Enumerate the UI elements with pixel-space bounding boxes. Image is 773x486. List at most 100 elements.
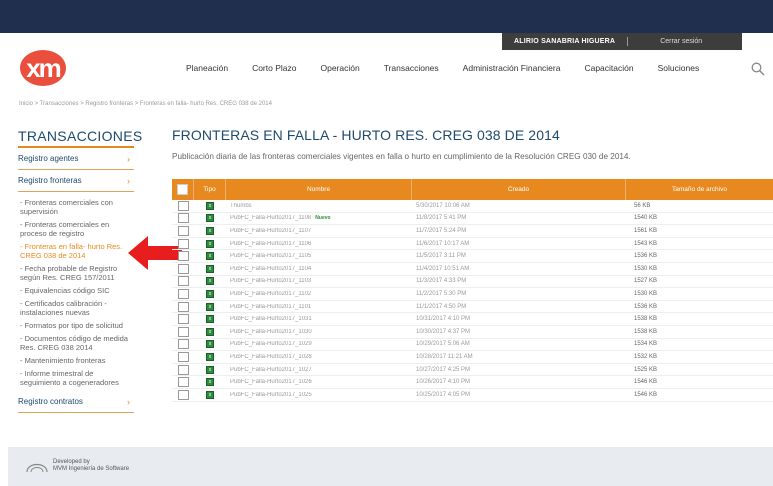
row-checkbox[interactable]: [177, 351, 189, 362]
excel-file-icon: x: [206, 277, 214, 286]
table-row[interactable]: x PubFC_Falla-Hurto2017_1107 11/7/2017 5:2…: [172, 225, 773, 238]
search-icon[interactable]: [751, 62, 765, 76]
row-checkbox[interactable]: [177, 251, 189, 262]
row-checkbox-cell: [172, 200, 194, 211]
excel-file-icon: x: [206, 315, 214, 324]
row-checkbox[interactable]: [177, 314, 189, 325]
column-header-tipo[interactable]: Tipo: [194, 179, 226, 200]
nav-soluciones[interactable]: Soluciones: [658, 63, 700, 73]
sidebar-subitem[interactable]: - Documentos código de medida Res. CREG …: [18, 334, 134, 352]
logout-link[interactable]: Cerrar sesión: [660, 38, 702, 45]
file-name-link[interactable]: PubFC_Falla-Hurto2017_1108 Nuevo: [226, 215, 412, 221]
table-row[interactable]: x PubFC_Falla-Hurto2017_1026 10/26/2017 4:…: [172, 376, 773, 389]
row-checkbox[interactable]: [177, 238, 189, 249]
nav-planeacion[interactable]: Planeación: [186, 63, 228, 73]
excel-file-icon: x: [206, 365, 214, 374]
sidebar-item-label: Registro fronteras: [18, 176, 82, 185]
file-name-link[interactable]: PubFC_Falla-Hurto2017_1105: [226, 253, 412, 259]
nav-administracion-financiera[interactable]: Administración Financiera: [463, 63, 561, 73]
file-name-link[interactable]: PubFC_Falla-Hurto2017_1102: [226, 291, 412, 297]
excel-file-icon: x: [206, 378, 214, 387]
table-row[interactable]: x Thumbs 5/30/2017 10:06 AM 56 KB: [172, 200, 773, 213]
table-row[interactable]: x PubFC_Falla-Hurto2017_1031 10/31/2017 4:…: [172, 313, 773, 326]
table-row[interactable]: x PubFC_Falla-Hurto2017_1108 Nuevo 11/8/201…: [172, 213, 773, 226]
nav-transacciones[interactable]: Transacciones: [384, 63, 439, 73]
sidebar-title: TRANSACCIONES: [18, 128, 142, 148]
row-checkbox[interactable]: [177, 225, 189, 236]
table-row[interactable]: x PubFC_Falla-Hurto2017_1103 11/3/2017 4:3…: [172, 276, 773, 289]
file-name-link[interactable]: PubFC_Falla-Hurto2017_1106: [226, 241, 412, 247]
table-row[interactable]: x PubFC_Falla-Hurto2017_1102 11/2/2017 5:3…: [172, 288, 773, 301]
file-name-link[interactable]: PubFC_Falla-Hurto2017_1103: [226, 278, 412, 284]
select-all-checkbox[interactable]: [177, 184, 188, 195]
file-name-link[interactable]: PubFC_Falla-Hurto2017_1104: [226, 266, 412, 272]
file-name-link[interactable]: PubFC_Falla-Hurto2017_1031: [226, 316, 412, 322]
row-checkbox[interactable]: [177, 326, 189, 337]
sidebar-subitem[interactable]: - Informe trimestral de seguimiento a co…: [18, 369, 134, 387]
excel-file-icon: x: [206, 352, 214, 361]
row-checkbox[interactable]: [177, 200, 189, 211]
table-row[interactable]: x PubFC_Falla-Hurto2017_1027 10/27/2017 4:…: [172, 364, 773, 377]
sidebar-item-registro-contratos[interactable]: Registro contratos ›: [18, 391, 134, 413]
sidebar-subitem[interactable]: - Formatos por tipo de solicitud: [18, 321, 134, 330]
xm-logo[interactable]: xm: [20, 50, 70, 88]
sidebar-subitem[interactable]: - Certificados calibración - instalacion…: [18, 299, 134, 317]
row-checkbox[interactable]: [177, 389, 189, 400]
file-size: 1525 KB: [634, 366, 658, 373]
excel-file-icon: x: [206, 239, 214, 248]
file-name-link[interactable]: Thumbs: [226, 203, 412, 209]
file-name: PubFC_Falla-Hurto2017_1030: [230, 328, 312, 335]
row-checkbox[interactable]: [177, 339, 189, 350]
table-row[interactable]: x PubFC_Falla-Hurto2017_1106 11/6/2017 10:…: [172, 238, 773, 251]
file-name: PubFC_Falla-Hurto2017_1102: [230, 290, 312, 297]
column-header-creado[interactable]: Creado: [412, 179, 626, 200]
table-row[interactable]: x PubFC_Falla-Hurto2017_1104 11/4/2017 10:…: [172, 263, 773, 276]
row-checkbox[interactable]: [177, 213, 189, 224]
file-type-cell: x: [194, 327, 226, 336]
row-checkbox[interactable]: [177, 263, 189, 274]
sidebar-subitem[interactable]: - Mantenimiento fronteras: [18, 356, 134, 365]
row-checkbox-cell: [172, 314, 194, 325]
file-name-link[interactable]: PubFC_Falla-Hurto2017_1107: [226, 228, 412, 234]
sidebar-subitem[interactable]: - Fronteras comerciales en proceso de re…: [18, 220, 134, 238]
file-name-link[interactable]: PubFC_Falla-Hurto2017_1030: [226, 329, 412, 335]
file-size: 1527 KB: [634, 278, 658, 285]
sidebar-subitem[interactable]: - Fecha probable de Registro según Res. …: [18, 264, 134, 282]
row-checkbox[interactable]: [177, 301, 189, 312]
column-header-nombre[interactable]: Nombre: [226, 179, 412, 200]
sidebar-subitem[interactable]: - Equivalencias código SIC: [18, 286, 134, 295]
nav-operacion[interactable]: Operación: [320, 63, 359, 73]
table-row[interactable]: x PubFC_Falla-Hurto2017_1101 11/1/2017 4:5…: [172, 301, 773, 314]
footer-developer-logo[interactable]: Developed by MVM Ingeniería de Software: [25, 458, 129, 474]
file-name: Thumbs: [230, 202, 252, 209]
excel-file-icon: x: [206, 327, 214, 336]
table-row[interactable]: x PubFC_Falla-Hurto2017_1025 10/25/2017 4:…: [172, 389, 773, 402]
sidebar-item-registro-fronteras[interactable]: Registro fronteras ›: [18, 170, 134, 192]
table-row[interactable]: x PubFC_Falla-Hurto2017_1028 10/28/2017 11…: [172, 351, 773, 364]
sidebar-subitem[interactable]: - Fronteras comerciales con supervisión: [18, 198, 134, 216]
breadcrumb[interactable]: Inicio > Transacciones > Registro fronte…: [19, 101, 272, 107]
file-name-link[interactable]: PubFC_Falla-Hurto2017_1025: [226, 392, 412, 398]
row-checkbox[interactable]: [177, 377, 189, 388]
column-header-tamano[interactable]: Tamaño de archivo: [626, 179, 773, 200]
table-row[interactable]: x PubFC_Falla-Hurto2017_1030 10/30/2017 4:…: [172, 326, 773, 339]
file-name-link[interactable]: PubFC_Falla-Hurto2017_1028: [226, 354, 412, 360]
file-name-link[interactable]: PubFC_Falla-Hurto2017_1027: [226, 367, 412, 373]
table-row[interactable]: x PubFC_Falla-Hurto2017_1105 11/5/2017 3:1…: [172, 250, 773, 263]
file-created: 10/31/2017 4:10 PM: [416, 316, 471, 323]
sidebar-subitem-active[interactable]: - Fronteras en falla- hurto Res. CREG 03…: [18, 242, 134, 260]
nav-corto-plazo[interactable]: Corto Plazo: [252, 63, 296, 73]
excel-file-icon: x: [206, 289, 214, 298]
file-name-link[interactable]: PubFC_Falla-Hurto2017_1026: [226, 379, 412, 385]
file-created: 11/2/2017 5:30 PM: [416, 290, 467, 297]
nav-capacitacion[interactable]: Capacitación: [584, 63, 633, 73]
sidebar-item-registro-agentes[interactable]: Registro agentes ›: [18, 148, 134, 170]
row-checkbox[interactable]: [177, 288, 189, 299]
table-row[interactable]: x PubFC_Falla-Hurto2017_1029 10/29/2017 5:…: [172, 339, 773, 352]
file-size: 1534 KB: [634, 341, 658, 348]
row-checkbox[interactable]: [177, 276, 189, 287]
file-name-link[interactable]: PubFC_Falla-Hurto2017_1101: [226, 304, 412, 310]
row-checkbox[interactable]: [177, 364, 189, 375]
excel-file-icon: x: [206, 340, 214, 349]
file-name-link[interactable]: PubFC_Falla-Hurto2017_1029: [226, 341, 412, 347]
